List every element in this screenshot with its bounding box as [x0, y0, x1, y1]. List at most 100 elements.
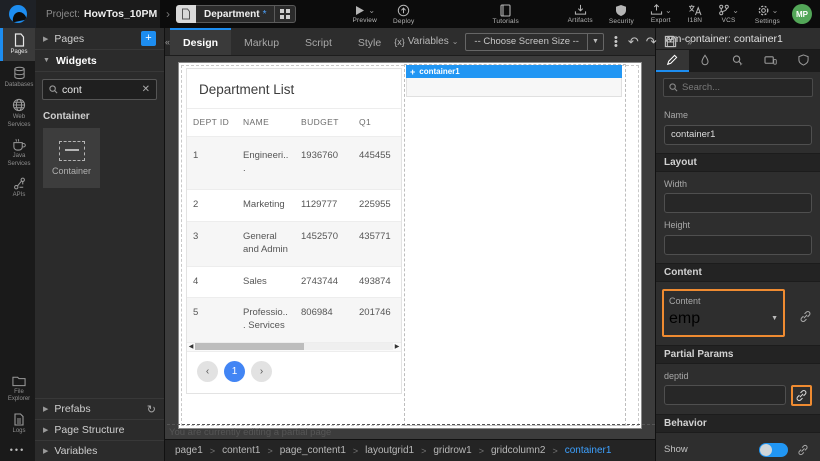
prev-page-button[interactable]: ‹ — [197, 361, 218, 382]
widget-search[interactable]: ✕ — [42, 79, 157, 100]
language-icon — [688, 4, 702, 16]
tab-events[interactable] — [722, 50, 755, 72]
page-selector[interactable]: Department * — [196, 5, 296, 23]
name-input[interactable] — [664, 125, 812, 145]
table-row[interactable]: 4 Sales 2743744 493874 — [187, 267, 401, 299]
property-search[interactable] — [663, 78, 813, 97]
tab-script[interactable]: Script — [292, 28, 345, 55]
tab-style[interactable]: Style — [345, 28, 394, 55]
wavemaker-logo-icon — [9, 5, 27, 23]
content-select[interactable]: emp ▼ — [669, 310, 778, 328]
tab-security[interactable] — [787, 50, 820, 72]
pages-section-header[interactable]: ▶ Pages + — [35, 28, 164, 50]
container1-body[interactable] — [406, 78, 622, 97]
department-table[interactable]: Department List DEPT ID NAME BUDGET Q1 1… — [186, 68, 402, 394]
height-label: Height — [664, 220, 812, 230]
security-button[interactable]: Security — [601, 0, 642, 28]
show-bind-button[interactable] — [794, 441, 812, 459]
clear-search-icon[interactable]: ✕ — [142, 84, 150, 95]
rail-item-databases[interactable]: Databases — [0, 61, 35, 94]
breadcrumb-item[interactable]: page_content1 — [280, 445, 346, 456]
add-page-button[interactable]: + — [141, 31, 156, 46]
column-header[interactable]: DEPT ID — [187, 109, 237, 136]
table-title: Department List — [187, 69, 401, 109]
collapsed-triangle-icon: ▶ — [43, 35, 48, 43]
collapse-right-panel-button[interactable]: » — [684, 37, 696, 47]
table-horizontal-scrollbar[interactable]: ◀ ▶ — [187, 343, 401, 352]
table-row[interactable]: 3 General and Admin 1452570 435771 — [187, 222, 401, 267]
current-page-button[interactable]: 1 — [224, 361, 245, 382]
user-avatar[interactable]: MP — [792, 4, 812, 24]
table-row[interactable]: 1 Engineeri... 1936760 445455 — [187, 137, 401, 190]
content-bind-button[interactable] — [796, 307, 814, 325]
width-input[interactable] — [664, 193, 812, 213]
tab-design[interactable]: Design — [170, 28, 231, 55]
variables-button[interactable]: {x} Variables ⌄ — [394, 36, 458, 47]
export-button[interactable]: ⌄ Export — [642, 0, 680, 28]
rail-item-pages[interactable]: Pages — [0, 28, 35, 61]
page-icon — [181, 8, 191, 20]
i18n-button[interactable]: I18N — [680, 0, 711, 28]
settings-caret-icon: ⌄ — [772, 6, 779, 15]
page-grid-button[interactable] — [274, 6, 295, 22]
save-button[interactable] — [664, 35, 677, 48]
breadcrumb-item[interactable]: layoutgrid1 — [365, 445, 414, 456]
container-widget-tile[interactable]: Container — [43, 128, 100, 188]
height-input[interactable] — [664, 235, 812, 255]
vcs-caret-icon: ⌄ — [732, 6, 739, 15]
property-search-input[interactable] — [682, 82, 807, 93]
page-doc-button[interactable] — [176, 5, 196, 23]
rail-item-web-services[interactable]: Web Services — [0, 93, 35, 133]
page-preview[interactable]: Department List DEPT ID NAME BUDGET Q1 1… — [178, 62, 642, 429]
container1-header-bar[interactable]: + container1 — [406, 65, 622, 78]
breadcrumb-item[interactable]: page1 — [175, 445, 203, 456]
breadcrumb-item[interactable]: gridcolumn2 — [491, 445, 545, 456]
variables-section-header[interactable]: ▶ Variables — [35, 440, 164, 461]
column-header[interactable]: NAME — [237, 109, 295, 136]
column-header[interactable]: BUDGET — [295, 109, 353, 136]
section-layout: Layout — [656, 153, 820, 172]
column-header[interactable]: Q1 — [353, 109, 397, 136]
rail-item-java-services[interactable]: Java Services — [0, 133, 35, 172]
project-area[interactable]: Project: HowTos_10PM — [36, 0, 160, 28]
table-row[interactable]: 2 Marketing 1129777 225955 — [187, 190, 401, 222]
deploy-button[interactable]: Deploy — [385, 0, 422, 28]
scrollbar-thumb[interactable] — [195, 343, 304, 350]
rail-item-file-explorer[interactable]: File Explorer — [0, 370, 35, 408]
tab-markup[interactable]: Markup — [231, 28, 292, 55]
more-options-icon[interactable]: ••• — [0, 439, 35, 461]
app-logo[interactable] — [0, 0, 36, 28]
breadcrumb-separator: > — [421, 446, 426, 456]
project-name: HowTos_10PM — [84, 8, 157, 20]
breadcrumb-item-current[interactable]: container1 — [565, 445, 612, 456]
undo-button[interactable]: ↶ — [628, 34, 639, 50]
screen-size-select[interactable]: -- Choose Screen Size -- ▼ — [465, 33, 603, 51]
vcs-button[interactable]: ⌄ VCS — [710, 0, 747, 28]
next-page-button[interactable]: › — [251, 361, 272, 382]
widgets-section-header[interactable]: ▼ Widgets — [35, 50, 164, 72]
tab-devices[interactable] — [754, 50, 787, 72]
widget-search-input[interactable] — [62, 84, 138, 96]
prefabs-section-header[interactable]: ▶ Prefabs ↻ — [35, 398, 164, 419]
preview-caret-icon: ⌄ — [368, 6, 375, 15]
deptid-bind-button[interactable] — [791, 385, 812, 406]
preview-button[interactable]: ⌄ Preview — [344, 0, 385, 28]
more-menu-icon[interactable]: ••• — [611, 36, 621, 48]
deptid-input[interactable] — [664, 385, 786, 405]
tutorials-button[interactable]: Tutorials — [484, 0, 526, 28]
rail-item-logs[interactable]: Logs — [0, 408, 35, 440]
search-icon — [49, 85, 58, 94]
artifacts-button[interactable]: Artifacts — [560, 0, 601, 28]
container1-widget[interactable]: + container1 — [406, 65, 622, 97]
table-row[interactable]: 5 Professio... Services 806984 201746 — [187, 298, 401, 343]
rail-item-apis[interactable]: APIs — [0, 172, 35, 204]
redo-button[interactable]: ↷ — [646, 34, 657, 50]
refresh-icon[interactable]: ↻ — [147, 403, 156, 416]
scroll-right-icon[interactable]: ▶ — [393, 343, 401, 350]
show-toggle[interactable] — [759, 443, 788, 457]
breadcrumb-item[interactable]: gridrow1 — [433, 445, 471, 456]
breadcrumb-item[interactable]: content1 — [222, 445, 260, 456]
page-structure-section-header[interactable]: ▶ Page Structure — [35, 419, 164, 440]
settings-button[interactable]: ⌄ Settings — [747, 0, 788, 28]
scroll-left-icon[interactable]: ◀ — [187, 343, 195, 350]
